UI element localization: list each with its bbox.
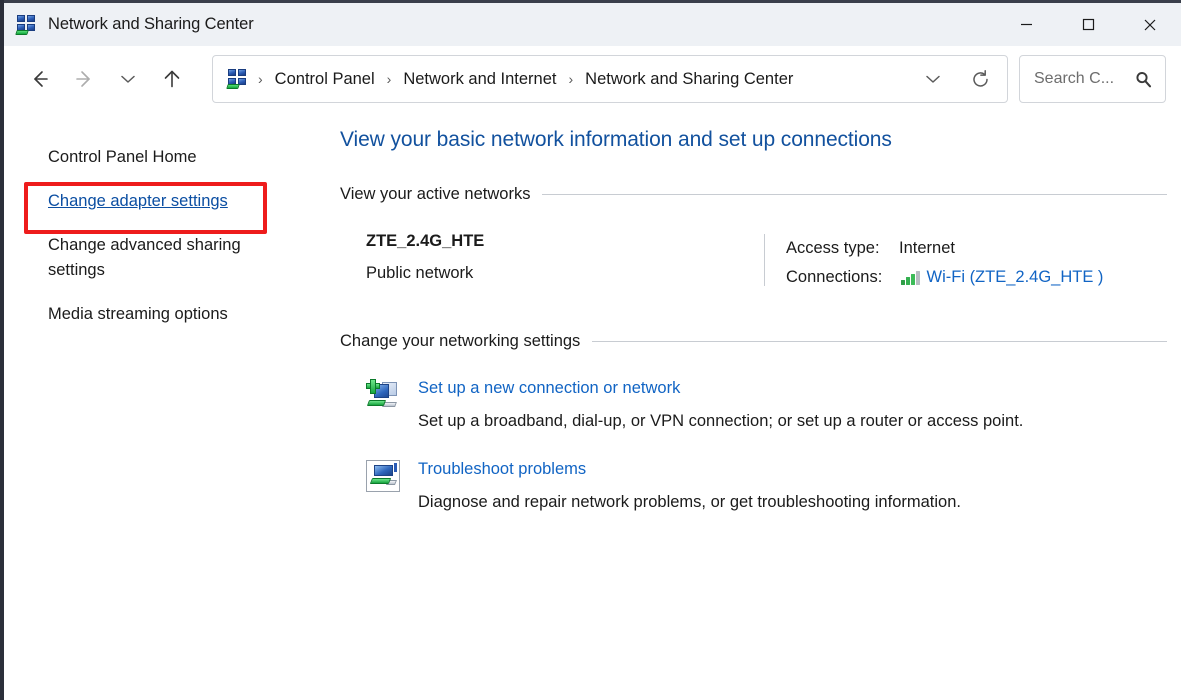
breadcrumb-item-network-and-internet[interactable]: Network and Internet [400,66,559,93]
connections-label: Connections: [786,268,899,287]
detail-row-connections: Connections: Wi-Fi (ZTE_2.4G_HTE ) [786,263,1103,292]
refresh-icon [970,69,991,90]
active-network-row: ZTE_2.4G_HTE Public network Access type:… [334,232,1181,292]
setup-new-connection-link[interactable]: Set up a new connection or network [418,377,1023,399]
active-networks-heading: View your active networks [340,185,542,204]
header-rule [542,194,1167,195]
title-bar: Network and Sharing Center [4,0,1181,46]
content-area: Control Panel Home Change adapter settin… [4,112,1181,697]
connections-value-link[interactable]: Wi-Fi (ZTE_2.4G_HTE ) [927,268,1104,287]
action-troubleshoot-problems: Troubleshoot problems Diagnose and repai… [334,458,1181,513]
setup-connection-icon [366,379,400,411]
networking-settings-header: Change your networking settings [340,332,1167,351]
breadcrumb-separator: › [258,71,263,87]
active-networks-header: View your active networks [340,185,1167,204]
networking-settings-section: Change your networking settings [334,332,1181,513]
back-button[interactable] [18,57,62,101]
search-icon[interactable] [1134,70,1153,89]
forward-button[interactable] [62,57,106,101]
setup-new-connection-description: Set up a broadband, dial-up, or VPN conn… [418,410,1023,432]
minimize-icon [1019,17,1034,32]
sidebar-item-media-streaming-options[interactable]: Media streaming options [48,299,263,330]
header-rule [592,341,1167,342]
network-sharing-icon [16,14,38,36]
up-button[interactable] [150,57,194,101]
refresh-button[interactable] [957,57,1003,101]
minimize-button[interactable] [995,2,1057,48]
close-button[interactable] [1119,2,1181,48]
sidebar-item-change-adapter-settings[interactable]: Change adapter settings [48,186,263,217]
breadcrumb-separator: › [569,71,574,87]
maximize-button[interactable] [1057,2,1119,48]
page-title: View your basic network information and … [340,128,1181,152]
breadcrumb[interactable]: › Control Panel › Network and Internet ›… [212,55,1008,103]
search-box[interactable]: Search C... [1019,55,1166,103]
troubleshoot-icon [366,460,400,492]
breadcrumb-history-button[interactable] [911,57,955,101]
action-body: Troubleshoot problems Diagnose and repai… [404,458,961,513]
network-sharing-center-window: Network and Sharing Center [0,0,1181,700]
network-type: Public network [366,264,764,283]
access-type-value: Internet [899,239,955,258]
window-title: Network and Sharing Center [48,15,254,34]
breadcrumb-item-network-and-sharing-center[interactable]: Network and Sharing Center [582,66,796,93]
chevron-down-icon [923,69,943,89]
breadcrumb-item-control-panel[interactable]: Control Panel [272,66,378,93]
action-setup-new-connection: Set up a new connection or network Set u… [334,377,1181,432]
active-network-details: Access type: Internet Connections: Wi-Fi… [765,232,1103,292]
main-pane: View your basic network information and … [334,112,1181,513]
recent-locations-button[interactable] [106,57,150,101]
breadcrumb-separator: › [387,71,392,87]
close-icon [1142,17,1158,33]
troubleshoot-problems-link[interactable]: Troubleshoot problems [418,458,961,480]
troubleshoot-problems-description: Diagnose and repair network problems, or… [418,491,961,513]
navigation-bar: › Control Panel › Network and Internet ›… [4,46,1181,112]
up-arrow-icon [160,67,184,91]
window-controls [995,2,1181,48]
access-type-label: Access type: [786,239,899,258]
sidebar-item-change-advanced-sharing-settings[interactable]: Change advanced sharing settings [48,230,263,286]
troubleshoot-icon-wrap [366,458,404,513]
networking-settings-heading: Change your networking settings [340,332,592,351]
action-body: Set up a new connection or network Set u… [404,377,1023,432]
network-name: ZTE_2.4G_HTE [366,232,764,251]
detail-row-access-type: Access type: Internet [786,234,1103,263]
active-network-identity: ZTE_2.4G_HTE Public network [334,232,764,292]
forward-arrow-icon [72,67,96,91]
search-input[interactable]: Search C... [1034,70,1134,88]
sidebar-item-control-panel-home[interactable]: Control Panel Home [48,142,263,173]
chevron-down-icon [118,69,138,89]
back-arrow-icon [28,67,52,91]
maximize-icon [1081,17,1096,32]
breadcrumb-network-icon [227,68,249,90]
wifi-signal-icon [901,271,920,285]
title-bar-left: Network and Sharing Center [4,14,995,36]
setup-connection-icon-wrap [366,377,404,432]
sidebar: Control Panel Home Change adapter settin… [4,112,334,343]
